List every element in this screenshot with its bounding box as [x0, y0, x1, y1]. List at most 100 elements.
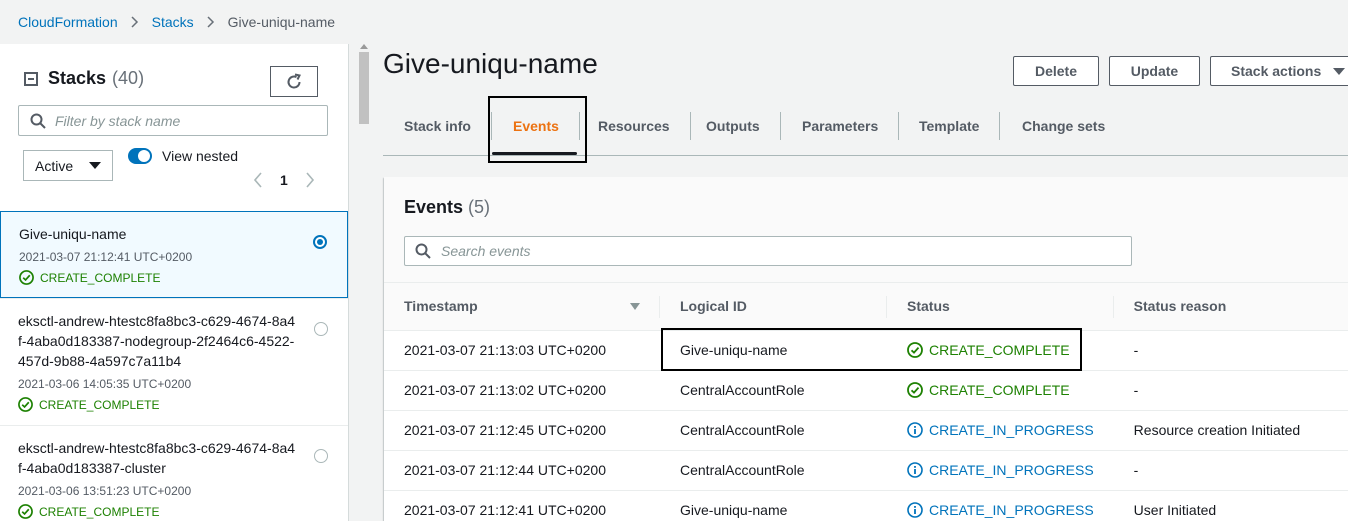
events-container: Events (5) Timestamp Logical ID St	[384, 177, 1348, 521]
event-status: CREATE_IN_PROGRESS	[907, 462, 1094, 478]
page-number[interactable]: 1	[280, 172, 288, 188]
refresh-icon	[287, 73, 301, 88]
stack-name: Give-uniqu-name	[19, 226, 127, 242]
table-row[interactable]: 2021-03-07 21:12:41 UTC+0200 Give-uniqu-…	[384, 490, 1348, 521]
stack-timestamp: 2021-03-07 21:12:41 UTC+0200	[19, 250, 193, 264]
update-button[interactable]: Update	[1109, 56, 1200, 86]
stack-status: CREATE_COMPLETE	[19, 270, 297, 285]
tab-resources[interactable]: Resources	[577, 110, 691, 142]
events-table: Timestamp Logical ID Status Status reaso…	[384, 283, 1348, 521]
event-status-reason: User Initiated	[1113, 490, 1348, 521]
stack-tabs: Stack info Events Resources Outputs Para…	[383, 96, 1348, 156]
event-status-text: CREATE_COMPLETE	[929, 382, 1070, 398]
stack-status: CREATE_COMPLETE	[18, 504, 298, 519]
check-circle-icon	[907, 342, 923, 358]
events-search-input[interactable]	[441, 243, 1121, 259]
tab-change-sets[interactable]: Change sets	[1001, 110, 1126, 142]
events-count: (5)	[468, 197, 491, 217]
tab-label: Resources	[598, 118, 670, 134]
refresh-button[interactable]	[270, 66, 318, 97]
breadcrumb-cloudformation[interactable]: CloudFormation	[18, 14, 118, 30]
stack-list: Give-uniqu-name 2021-03-07 21:12:41 UTC+…	[0, 211, 348, 521]
event-logical-id: Give-uniqu-name	[660, 330, 887, 371]
tab-label: Template	[919, 118, 980, 134]
stack-actions-button[interactable]: Stack actions	[1210, 56, 1348, 86]
stack-timestamp: 2021-03-06 13:51:23 UTC+0200	[18, 484, 192, 498]
search-icon	[415, 243, 431, 259]
info-circle-icon	[907, 422, 923, 438]
event-timestamp: 2021-03-07 21:13:02 UTC+0200	[384, 370, 660, 411]
table-row[interactable]: 2021-03-07 21:13:02 UTC+0200 CentralAcco…	[384, 370, 1348, 411]
chevron-right-icon	[306, 172, 314, 188]
stack-filter-input[interactable]	[55, 112, 315, 129]
stack-radio[interactable]	[314, 322, 328, 336]
stacks-count: (40)	[112, 68, 145, 88]
stack-list-item[interactable]: Give-uniqu-name 2021-03-07 21:12:41 UTC+…	[0, 211, 348, 298]
stack-radio[interactable]	[314, 449, 328, 463]
check-circle-icon	[19, 270, 34, 285]
event-status-cell: CREATE_COMPLETE	[887, 330, 1114, 371]
stacks-panel: Stacks (40) Active View nested 1 Give-u	[0, 44, 349, 521]
stack-name: eksctl-andrew-htestc8fa8bc3-c629-4674-8a…	[18, 440, 296, 476]
stacks-panel-header: Stacks (40)	[24, 68, 144, 89]
event-timestamp: 2021-03-07 21:13:03 UTC+0200	[384, 330, 660, 371]
column-header-status[interactable]: Status	[887, 283, 1114, 331]
event-status-reason: -	[1113, 330, 1348, 371]
left-panel-scrollbar[interactable]	[357, 44, 371, 521]
column-header-logical-id[interactable]: Logical ID	[660, 283, 887, 331]
column-header-timestamp[interactable]: Timestamp	[384, 283, 660, 331]
chevron-left-icon	[253, 172, 262, 188]
delete-button[interactable]: Delete	[1013, 56, 1099, 86]
stack-list-item[interactable]: eksctl-andrew-htestc8fa8bc3-c629-4674-8a…	[0, 425, 348, 521]
column-header-status-reason[interactable]: Status reason	[1113, 283, 1348, 331]
event-timestamp: 2021-03-07 21:12:45 UTC+0200	[384, 410, 660, 451]
table-row[interactable]: 2021-03-07 21:12:45 UTC+0200 CentralAcco…	[384, 410, 1348, 451]
tab-label: Events	[513, 118, 559, 134]
scroll-thumb[interactable]	[359, 52, 369, 124]
event-logical-id: CentralAccountRole	[660, 370, 887, 411]
column-label: Timestamp	[404, 298, 478, 315]
stack-status: CREATE_COMPLETE	[18, 397, 298, 412]
tab-outputs[interactable]: Outputs	[685, 110, 781, 142]
tab-events[interactable]: Events	[492, 110, 580, 142]
tab-parameters[interactable]: Parameters	[781, 110, 900, 142]
event-status: CREATE_COMPLETE	[907, 342, 1094, 358]
scroll-up-arrow-icon[interactable]	[360, 44, 368, 49]
stack-radio[interactable]	[313, 235, 327, 249]
events-title-text: Events	[404, 197, 464, 217]
sort-descending-icon[interactable]	[630, 303, 640, 310]
stack-list-item[interactable]: eksctl-andrew-htestc8fa8bc3-c629-4674-8a…	[0, 298, 348, 425]
view-nested-toggle[interactable]	[128, 148, 152, 164]
event-status-cell: CREATE_IN_PROGRESS	[887, 490, 1114, 521]
next-page-button[interactable]	[302, 170, 318, 190]
tab-stack-info[interactable]: Stack info	[383, 110, 492, 142]
stack-filter[interactable]	[18, 105, 328, 136]
event-status-cell: CREATE_IN_PROGRESS	[887, 410, 1114, 451]
active-tab-indicator	[492, 152, 577, 155]
chevron-right-icon	[130, 12, 140, 32]
stacks-panel-title: Stacks	[48, 68, 107, 88]
stack-status-text: CREATE_COMPLETE	[39, 504, 160, 519]
tab-template[interactable]: Template	[898, 110, 1001, 142]
events-header	[384, 177, 1348, 283]
view-nested-label: View nested	[162, 148, 239, 164]
stack-status-text: CREATE_COMPLETE	[39, 397, 160, 412]
stack-name: eksctl-andrew-htestc8fa8bc3-c629-4674-8a…	[18, 313, 296, 369]
prev-page-button[interactable]	[250, 170, 266, 190]
events-search[interactable]	[404, 236, 1132, 266]
event-timestamp: 2021-03-07 21:12:44 UTC+0200	[384, 450, 660, 491]
collapse-icon[interactable]	[24, 71, 38, 86]
table-row[interactable]: 2021-03-07 21:12:44 UTC+0200 CentralAcco…	[384, 450, 1348, 491]
status-filter-value: Active	[35, 157, 74, 174]
event-timestamp: 2021-03-07 21:12:41 UTC+0200	[384, 490, 660, 521]
event-status-cell: CREATE_COMPLETE	[887, 370, 1114, 411]
view-nested-control: View nested	[128, 148, 238, 164]
search-icon	[30, 113, 46, 129]
breadcrumb-stacks[interactable]: Stacks	[152, 14, 194, 30]
check-circle-icon	[18, 504, 33, 519]
tab-label: Parameters	[802, 118, 879, 134]
check-circle-icon	[18, 397, 33, 412]
table-row[interactable]: 2021-03-07 21:13:03 UTC+0200 Give-uniqu-…	[384, 330, 1348, 371]
event-status-reason: -	[1113, 450, 1348, 491]
status-filter-select[interactable]: Active	[23, 150, 113, 181]
